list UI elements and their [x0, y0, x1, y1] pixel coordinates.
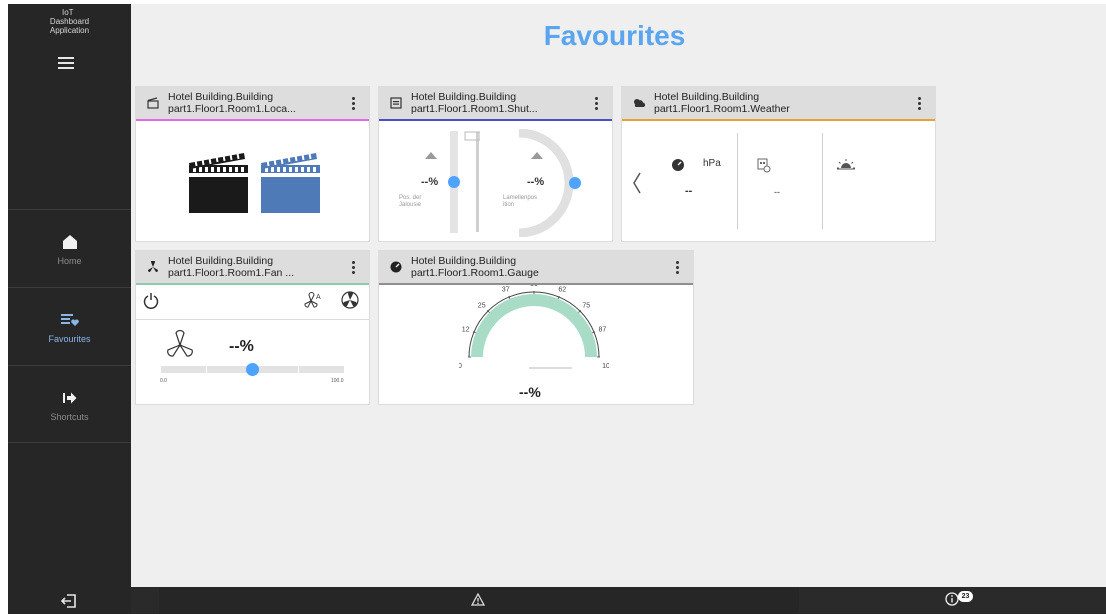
- position-up-icon[interactable]: [424, 151, 438, 160]
- gauge-tick-label: 100: [602, 363, 609, 370]
- chevron-left-icon[interactable]: [632, 172, 642, 194]
- card-title-line1: Hotel Building.Building: [168, 255, 274, 267]
- sidebar-item-shortcuts[interactable]: Shortcuts: [8, 365, 131, 443]
- card-title-line1: Hotel Building.Building: [168, 91, 274, 103]
- app-title-line2: Dashboard: [49, 17, 90, 26]
- pressure-unit: hPa: [703, 158, 721, 169]
- shutter-card[interactable]: Hotel Building.Building part1.Floor1.Roo…: [378, 86, 613, 242]
- slat-arc-slider[interactable]: [499, 129, 589, 237]
- fan-slider-handle[interactable]: [246, 363, 259, 376]
- card-title: Hotel Building.Building part1.Floor1.Roo…: [411, 255, 667, 279]
- power-icon[interactable]: [143, 292, 159, 309]
- divider: [737, 133, 738, 229]
- rain-value: --: [774, 187, 780, 197]
- sunrise-icon: [837, 159, 855, 170]
- logout-icon[interactable]: [60, 592, 78, 610]
- fan-slider-min: 0.0: [160, 378, 167, 384]
- pressure-value: --: [685, 185, 693, 197]
- sidebar-item-label: Favourites: [48, 334, 91, 344]
- fan-auto-icon[interactable]: A: [304, 292, 324, 308]
- card-title-line1: Hotel Building.Building: [411, 91, 517, 103]
- gauge-tick-label: 75: [582, 303, 590, 310]
- more-options-icon[interactable]: [667, 256, 687, 278]
- rain-icon: [757, 158, 771, 173]
- card-title: Hotel Building.Building part1.Floor1.Roo…: [654, 91, 909, 115]
- gauge-tick-label: 37: [502, 287, 510, 294]
- scene-card[interactable]: Hotel Building.Building part1.Floor1.Roo…: [135, 86, 370, 242]
- more-options-icon[interactable]: [343, 256, 363, 278]
- position-slider-handle[interactable]: [448, 176, 460, 188]
- fan-card[interactable]: Hotel Building.Building part1.Floor1.Roo…: [135, 250, 370, 405]
- fan-speed-icon: [167, 330, 193, 357]
- gauge-card[interactable]: Hotel Building.Building part1.Floor1.Roo…: [378, 250, 694, 405]
- position-value: --%: [421, 176, 439, 188]
- card-title: Hotel Building.Building part1.Floor1.Roo…: [411, 91, 586, 115]
- gauge-tick-label: 50: [530, 285, 538, 288]
- home-icon: [8, 232, 131, 252]
- sidebar-item-label: Shortcuts: [50, 412, 89, 422]
- weather-card[interactable]: Hotel Building.Building part1.Floor1.Roo…: [621, 86, 936, 242]
- card-header: Hotel Building.Building part1.Floor1.Roo…: [136, 87, 369, 121]
- card-header: Hotel Building.Building part1.Floor1.Roo…: [379, 87, 612, 121]
- card-title: Hotel Building.Building part1.Floor1.Roo…: [168, 255, 343, 279]
- divider: [822, 133, 823, 229]
- sidebar-item-favourites[interactable]: Favourites: [8, 287, 131, 365]
- card-title-line2: part1.Floor1.Room1.Shut...: [411, 103, 538, 115]
- shutter-icon: [389, 96, 403, 110]
- position-label: Pos. der Jalousie: [399, 195, 422, 208]
- divider: [136, 319, 369, 320]
- clapperboard-icon[interactable]: [186, 151, 321, 217]
- notification-badge: 23: [958, 591, 973, 602]
- scene-icon: [146, 96, 160, 110]
- card-title-line1: Hotel Building.Building: [654, 91, 760, 103]
- gauge-value: --%: [519, 384, 541, 400]
- sidebar-item-home[interactable]: Home: [8, 209, 131, 287]
- more-options-icon[interactable]: [586, 92, 606, 114]
- shortcuts-icon: [8, 388, 131, 408]
- gauge-tick-label: 0: [459, 363, 462, 370]
- card-title: Hotel Building.Building part1.Floor1.Roo…: [168, 91, 343, 115]
- fan-mode-icon[interactable]: [341, 291, 359, 309]
- status-bar: 23: [131, 587, 1106, 614]
- gauge-dial: 0 12 25 37 50 62 75 87 100: [459, 285, 609, 370]
- gauge-icon: [389, 260, 403, 274]
- sidebar: IoT Dashboard Application Home Favourite…: [8, 4, 131, 614]
- favourites-icon: [8, 310, 131, 330]
- card-header: Hotel Building.Building part1.Floor1.Roo…: [622, 87, 935, 121]
- gauge-arc: [471, 294, 597, 358]
- card-header: Hotel Building.Building part1.Floor1.Roo…: [136, 251, 369, 285]
- app-title-line3: Application: [49, 26, 90, 35]
- gauge-tick-label: 25: [478, 303, 486, 310]
- card-title-line2: part1.Floor1.Room1.Fan ...: [168, 267, 295, 279]
- app-title: IoT Dashboard Application: [8, 8, 131, 35]
- card-title-line2: part1.Floor1.Room1.Weather: [654, 103, 790, 115]
- page-title: Favourites: [543, 20, 686, 51]
- weather-icon: [632, 96, 646, 110]
- slat-slider-handle: [569, 177, 581, 189]
- blind-icon: [464, 131, 480, 232]
- more-options-icon[interactable]: [909, 92, 929, 114]
- app-title-line1: IoT: [62, 8, 74, 17]
- fan-icon: [146, 260, 160, 274]
- card-header: Hotel Building.Building part1.Floor1.Roo…: [379, 251, 693, 285]
- sidebar-item-label: Home: [57, 256, 82, 266]
- card-title-line2: part1.Floor1.Room1.Loca...: [168, 103, 296, 115]
- more-options-icon[interactable]: [343, 92, 363, 114]
- gauge-tick-label: 87: [599, 327, 607, 334]
- gauge-tick-label: 12: [462, 327, 470, 334]
- pressure-icon: [672, 159, 684, 171]
- gauge-tick-label: 62: [558, 287, 566, 294]
- warning-icon[interactable]: [471, 593, 485, 606]
- fan-slider-max: 100.0: [331, 378, 344, 384]
- card-title-line2: part1.Floor1.Room1.Gauge: [411, 267, 539, 279]
- hamburger-menu-icon[interactable]: [58, 57, 74, 69]
- info-icon[interactable]: [945, 592, 959, 606]
- fan-value: --%: [229, 338, 254, 355]
- card-title-line1: Hotel Building.Building: [411, 255, 517, 267]
- svg-text:A: A: [316, 294, 321, 301]
